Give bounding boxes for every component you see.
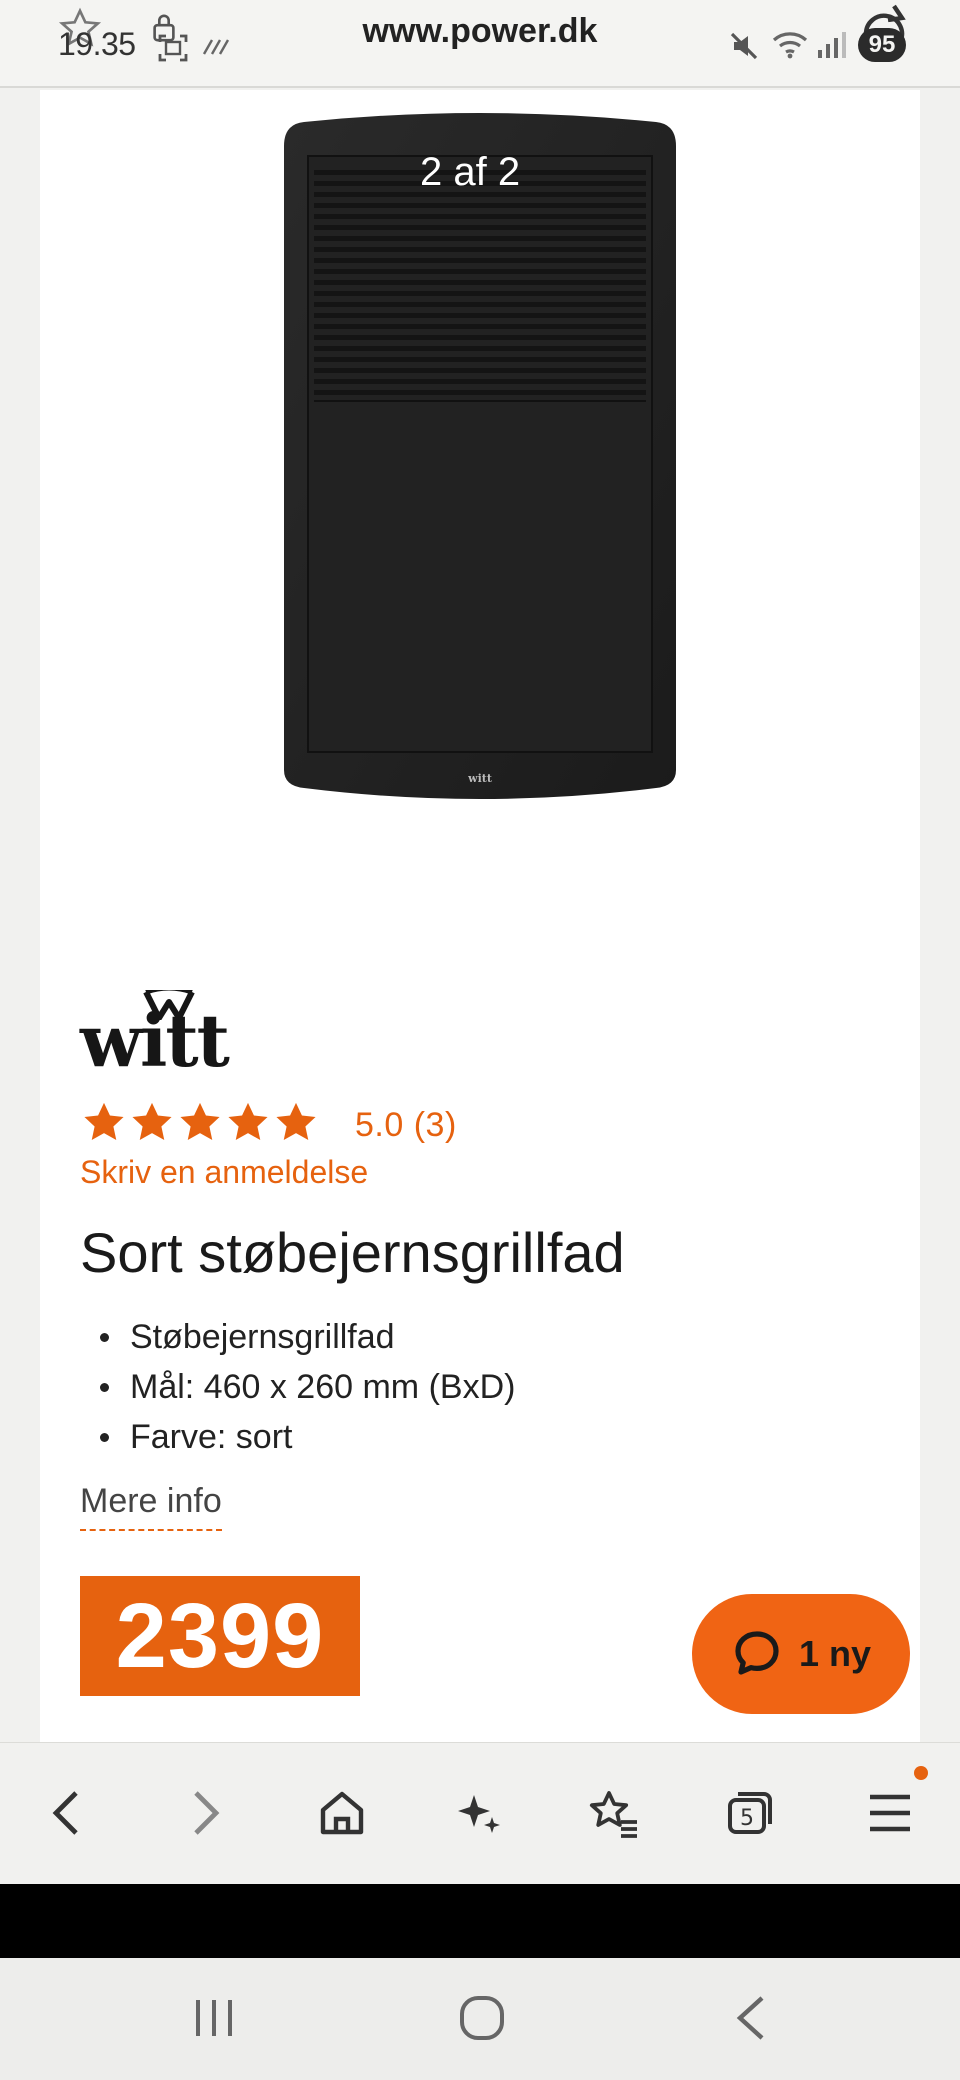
rating-stars — [80, 1100, 320, 1148]
notification-dot — [914, 1766, 928, 1780]
favorites-button[interactable] — [582, 1781, 646, 1845]
grill-ridge — [314, 346, 646, 351]
product-title: Sort støbejernsgrillfad — [80, 1221, 625, 1284]
back-icon — [52, 1791, 78, 1835]
home-icon — [320, 1791, 364, 1835]
brand-name: witt — [80, 998, 230, 1083]
grill-ridge — [314, 390, 646, 395]
menu-button[interactable] — [858, 1781, 922, 1845]
feature-item: Mål: 460 x 260 mm (BxD) — [100, 1362, 515, 1412]
feature-list: Støbejernsgrillfad Mål: 460 x 260 mm (Bx… — [100, 1312, 515, 1462]
tab-count: 5 — [740, 1806, 754, 1831]
favorites-icon — [589, 1791, 637, 1838]
grill-ridge — [314, 247, 646, 252]
home-nav-button[interactable] — [452, 1988, 512, 2048]
grill-ridge — [314, 280, 646, 285]
product-card: witt 2 af 2 witt 5.0 (3) Skriv en anmeld… — [40, 90, 920, 1742]
home-button[interactable] — [310, 1781, 374, 1845]
feature-item: Farve: sort — [100, 1412, 515, 1462]
more-info-link[interactable]: Mere info — [80, 1482, 222, 1531]
write-review-link[interactable]: Skriv en anmeldelse — [80, 1154, 368, 1191]
grill-ridge — [314, 379, 646, 384]
chat-bubble-icon — [735, 1631, 779, 1675]
grill-ridge — [314, 357, 646, 362]
feature-item: Støbejernsgrillfad — [100, 1312, 515, 1362]
tabs-icon: 5 — [728, 1792, 772, 1834]
recent-apps-button[interactable] — [184, 1988, 244, 2048]
star-icon — [84, 1102, 124, 1141]
rating-score[interactable]: 5.0 (3) — [355, 1106, 457, 1145]
grill-ridge — [314, 269, 646, 274]
star-icon — [180, 1102, 220, 1141]
forward-icon — [194, 1791, 220, 1835]
black-bar — [0, 1884, 960, 1958]
system-nav-bar — [0, 1958, 960, 2080]
grill-ridge — [314, 324, 646, 329]
grill-ridge — [314, 313, 646, 318]
status-bar: 19.35 www.power.dk 95 — [0, 0, 960, 88]
grill-ridge — [314, 368, 646, 373]
chat-label: 1 ny — [798, 1633, 872, 1674]
forward-button[interactable] — [174, 1781, 238, 1845]
grill-ridge — [314, 236, 646, 241]
brand-logo[interactable]: witt — [80, 990, 260, 1083]
grill-ridge — [314, 302, 646, 307]
back-button[interactable] — [34, 1781, 98, 1845]
signal-icon — [818, 32, 846, 58]
recent-apps-icon — [196, 2000, 232, 2036]
menu-icon — [870, 1794, 910, 1832]
back-nav-icon — [736, 1996, 764, 2040]
grill-ridge — [314, 225, 646, 230]
image-counter: 2 af 2 — [420, 150, 521, 194]
product-image[interactable]: witt — [284, 110, 676, 800]
image-logo-text: witt — [467, 772, 493, 785]
star-icon — [228, 1102, 268, 1141]
price-tag: 2399 — [80, 1576, 360, 1696]
grill-ridge — [314, 214, 646, 219]
grill-ridge — [314, 203, 646, 208]
chat-button[interactable]: 1 ny — [692, 1594, 910, 1714]
grill-ridge — [314, 258, 646, 263]
grill-ridge — [314, 291, 646, 296]
tabs-button[interactable]: 5 — [718, 1781, 782, 1845]
browser-toolbar: 5 — [0, 1742, 960, 1884]
battery-level: 95 — [858, 28, 906, 62]
assistant-button[interactable] — [446, 1781, 510, 1845]
wifi-icon — [772, 32, 808, 59]
star-icon — [276, 1102, 316, 1141]
mute-icon — [730, 32, 758, 60]
grill-ridge — [314, 335, 646, 340]
star-icon — [132, 1102, 172, 1141]
back-nav-button[interactable] — [720, 1988, 780, 2048]
sparkle-icon — [458, 1795, 500, 1833]
home-circle-icon — [460, 1996, 504, 2040]
